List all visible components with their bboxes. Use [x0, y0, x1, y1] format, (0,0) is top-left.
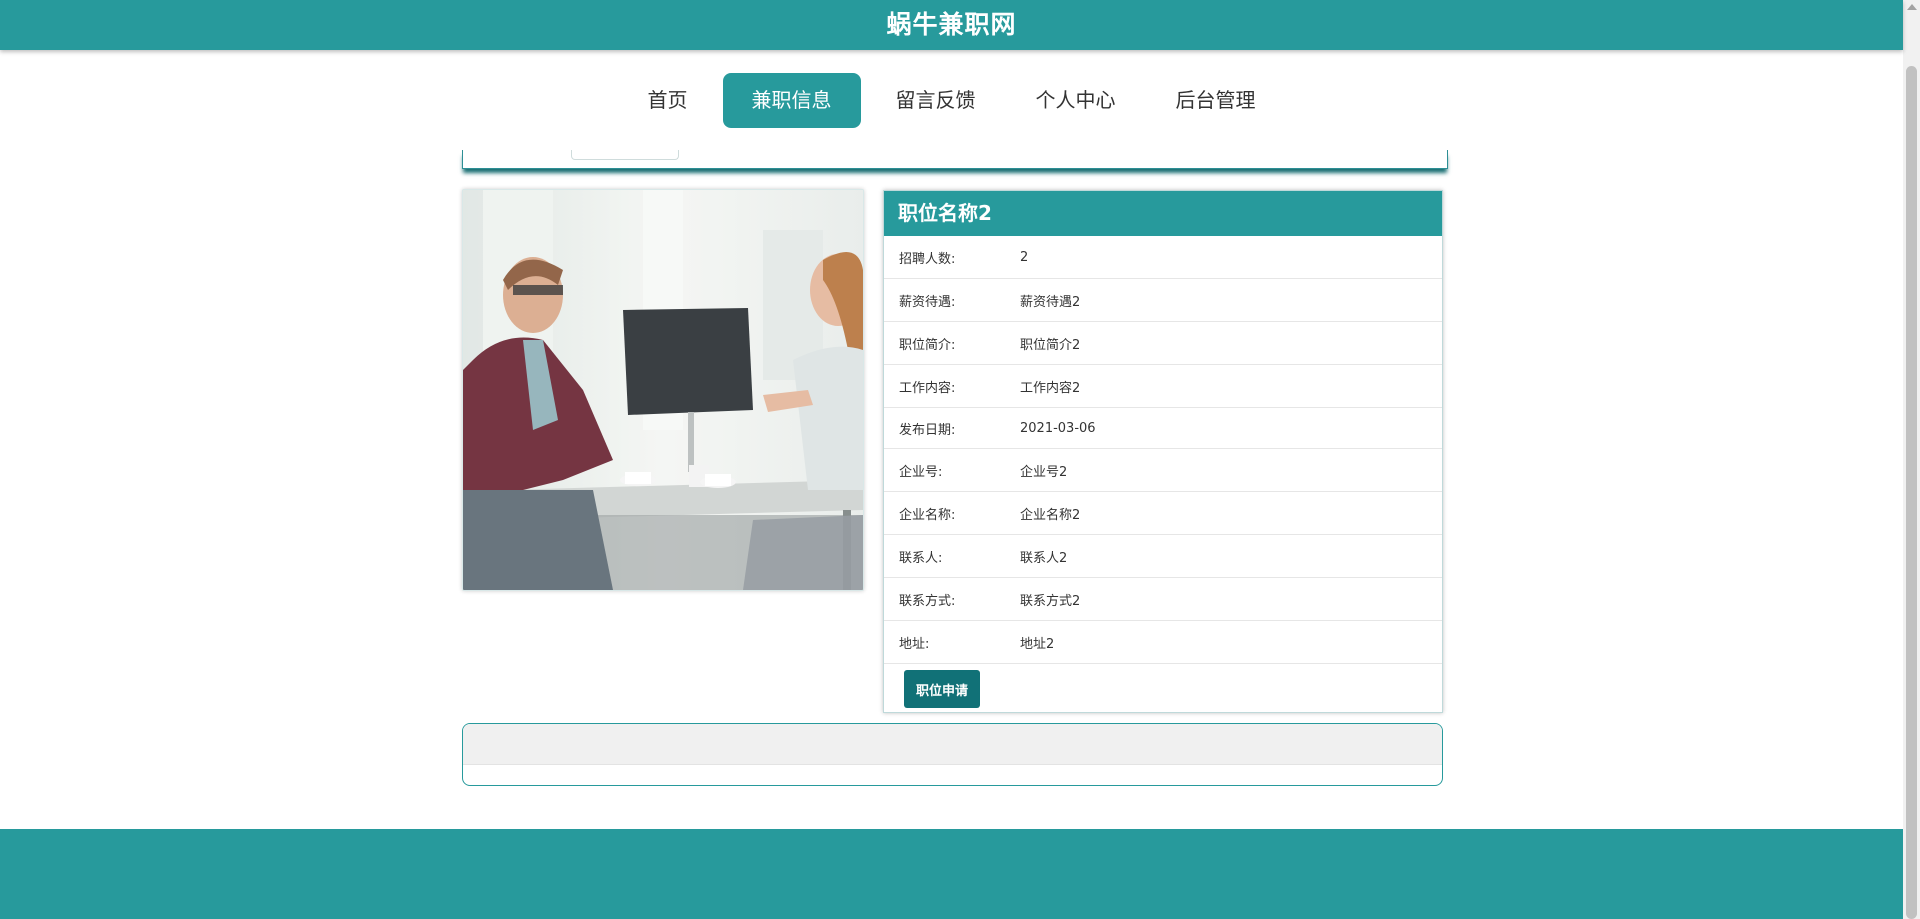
- job-photo: [462, 189, 864, 591]
- field-label: 发布日期:: [899, 422, 956, 438]
- detail-row-date: 发布日期: 2021-03-06: [884, 408, 1442, 449]
- apply-button[interactable]: 职位申请: [904, 670, 980, 708]
- main-nav: 首页 兼职信息 留言反馈 个人中心 后台管理: [0, 72, 1903, 128]
- field-label: 联系方式:: [899, 593, 956, 609]
- page-footer: [0, 829, 1903, 919]
- field-value: 企业号2: [1020, 464, 1068, 480]
- field-label: 职位简介:: [899, 337, 956, 353]
- comments-header: [463, 724, 1442, 765]
- detail-row-address: 地址: 地址2: [884, 621, 1442, 664]
- vertical-scrollbar[interactable]: [1903, 0, 1920, 919]
- field-value: 2: [1020, 249, 1029, 265]
- field-label: 工作内容:: [899, 380, 956, 396]
- nav-item-personal[interactable]: 个人中心: [1011, 73, 1141, 128]
- nav-item-jobs[interactable]: 兼职信息: [722, 72, 861, 128]
- nav-item-admin[interactable]: 后台管理: [1151, 73, 1281, 128]
- field-value: 联系方式2: [1020, 593, 1081, 609]
- scroll-up-arrow-icon[interactable]: [1907, 4, 1917, 10]
- top-header: 蜗牛兼职网: [0, 0, 1903, 50]
- detail-row-content: 工作内容: 工作内容2: [884, 365, 1442, 408]
- field-value: 2021-03-06: [1020, 420, 1096, 436]
- detail-row-summary: 职位简介: 职位简介2: [884, 322, 1442, 365]
- action-row: 职位申请: [884, 664, 1442, 714]
- nav-item-home[interactable]: 首页: [623, 73, 713, 128]
- field-value: 地址2: [1020, 636, 1055, 652]
- field-label: 地址:: [899, 636, 930, 652]
- scrollbar-thumb[interactable]: [1906, 66, 1917, 919]
- detail-row-contact: 联系人: 联系人2: [884, 535, 1442, 578]
- detail-row-company-name: 企业名称: 企业名称2: [884, 492, 1442, 535]
- field-label: 企业号:: [899, 464, 943, 480]
- detail-row-company-id: 企业号: 企业号2: [884, 449, 1442, 492]
- field-label: 薪资待遇:: [899, 294, 956, 310]
- field-value: 联系人2: [1020, 550, 1068, 566]
- detail-row-phone: 联系方式: 联系方式2: [884, 578, 1442, 621]
- comments-panel: [462, 723, 1443, 786]
- nav-item-feedback[interactable]: 留言反馈: [871, 73, 1001, 128]
- detail-row-salary: 薪资待遇: 薪资待遇2: [884, 279, 1442, 322]
- search-panel-edge: [462, 150, 1448, 169]
- field-label: 招聘人数:: [899, 251, 956, 267]
- field-label: 企业名称:: [899, 507, 956, 523]
- detail-row-headcount: 招聘人数: 2: [884, 236, 1442, 279]
- office-meeting-photo: [463, 190, 863, 590]
- field-value: 工作内容2: [1020, 380, 1081, 396]
- job-detail-panel: 职位名称2 招聘人数: 2 薪资待遇: 薪资待遇2 职位简介: 职位简介2 工作…: [883, 190, 1443, 713]
- field-label: 联系人:: [899, 550, 943, 566]
- field-value: 职位简介2: [1020, 337, 1081, 353]
- field-value: 薪资待遇2: [1020, 294, 1081, 310]
- search-button-edge[interactable]: [571, 150, 679, 160]
- job-title: 职位名称2: [884, 191, 1442, 236]
- site-title: 蜗牛兼职网: [886, 10, 1017, 39]
- field-value: 企业名称2: [1020, 507, 1081, 523]
